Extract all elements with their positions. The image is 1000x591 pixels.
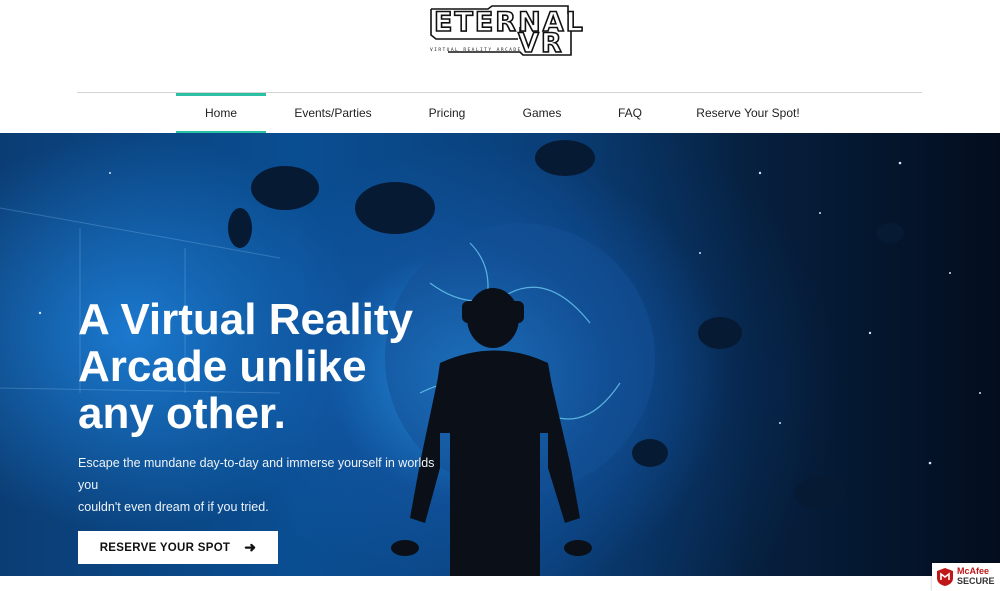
mcafee-brand-text: McAfee xyxy=(957,566,990,576)
logo-tagline: VIRTUAL REALITY ARCADE xyxy=(430,48,522,53)
hero-subcopy-line-1: Escape the mundane day-to-day and immers… xyxy=(78,456,435,492)
reserve-your-spot-button[interactable]: RESERVE YOUR SPOT ➜ xyxy=(78,531,278,564)
hero-subcopy: Escape the mundane day-to-day and immers… xyxy=(78,452,448,518)
nav-item-games[interactable]: Games xyxy=(510,93,574,133)
hero-headline-line-2: Arcade unlike xyxy=(78,342,367,391)
hero-headline-line-1: A Virtual Reality xyxy=(78,295,414,344)
nav-item-reserve-your-spot[interactable]: Reserve Your Spot! xyxy=(688,93,808,133)
main-nav: Home Events/Parties Pricing Games FAQ Re… xyxy=(0,93,1000,133)
reserve-your-spot-button-label: RESERVE YOUR SPOT xyxy=(99,541,231,554)
hero-subcopy-line-2: couldn't even dream of if you tried. xyxy=(78,500,269,514)
eternal-vr-logo[interactable]: ETERNAL VR VIRTUAL REALITY ARCADE xyxy=(428,5,584,60)
nav-item-faq[interactable]: FAQ xyxy=(604,93,656,133)
site-header: ETERNAL VR VIRTUAL REALITY ARCADE xyxy=(0,0,1000,92)
hero-headline-line-3: any other. xyxy=(78,389,286,438)
nav-item-events-parties[interactable]: Events/Parties xyxy=(280,93,386,133)
logo-vr-mark: VR xyxy=(517,27,564,60)
mcafee-secure-text: SECURE xyxy=(957,576,995,586)
nav-item-pricing[interactable]: Pricing xyxy=(412,93,482,133)
mcafee-shield-icon xyxy=(937,568,953,586)
hero-headline: A Virtual Reality Arcade unlike any othe… xyxy=(78,296,498,437)
mcafee-secure-badge[interactable]: McAfee SECURE xyxy=(932,563,1000,591)
arrow-right-icon: ➜ xyxy=(244,539,257,555)
hero-banner: A Virtual Reality Arcade unlike any othe… xyxy=(0,133,1000,576)
nav-item-home[interactable]: Home xyxy=(176,93,266,133)
